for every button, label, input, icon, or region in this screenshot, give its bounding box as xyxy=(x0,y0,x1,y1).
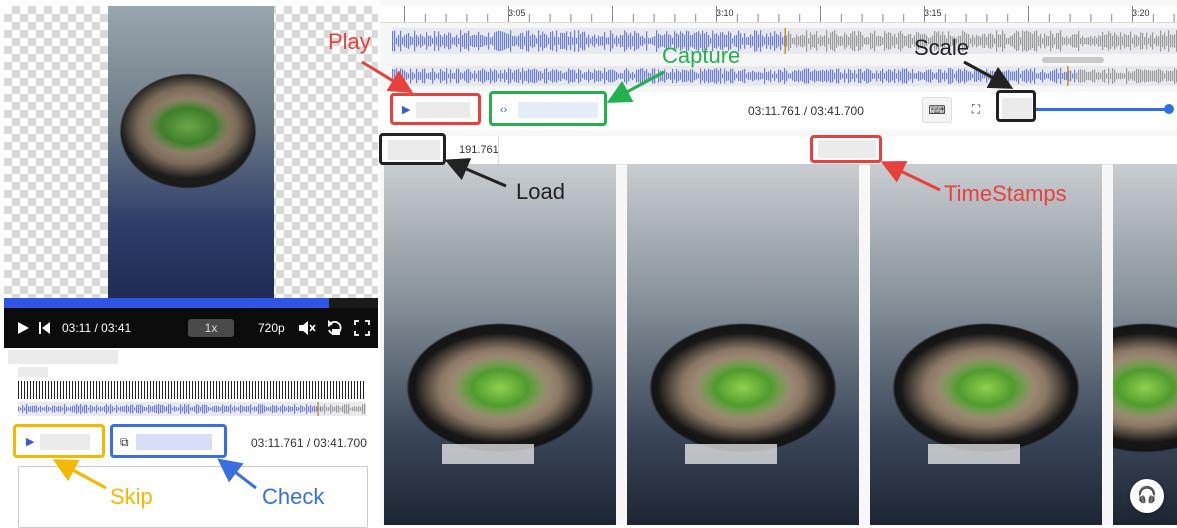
frame-thumbnail[interactable] xyxy=(384,164,616,525)
scale-highlight-box xyxy=(996,90,1036,122)
check-highlight-box xyxy=(110,424,227,458)
ruler-tick-label: 3:20 xyxy=(1132,8,1150,18)
ruler-tick-label: 3:15 xyxy=(924,8,942,18)
divider xyxy=(498,136,499,164)
play-annotation: Play xyxy=(328,29,371,54)
scale-slider[interactable] xyxy=(1035,108,1170,111)
redacted-text xyxy=(18,367,48,377)
frame-thumbnail[interactable] xyxy=(627,164,859,525)
play-highlight-box xyxy=(390,93,481,125)
keyboard-icon: ⌨ xyxy=(928,103,946,117)
timestamps-highlight-box xyxy=(810,135,882,163)
frame-timestamp xyxy=(442,444,534,464)
support-headset-icon[interactable]: 🎧 xyxy=(1130,479,1164,513)
timeline-ticks xyxy=(18,381,366,399)
skip-back-icon[interactable] xyxy=(38,308,52,348)
focus-icon: ⛶ xyxy=(971,102,981,116)
frame-thumbnail[interactable] xyxy=(870,164,1102,525)
left-time-display: 03:11.761 / 03:41.700 xyxy=(251,436,367,450)
skip-annotation: Skip xyxy=(110,484,153,509)
scale-annotation: Scale xyxy=(914,35,970,60)
ruler-tick-label: 3:10 xyxy=(716,8,734,18)
time-ruler: 3:05 3:10 3:15 3:20 xyxy=(380,6,1177,23)
frame-strip xyxy=(384,164,1177,525)
redacted-text xyxy=(8,350,118,364)
fullscreen-icon[interactable] xyxy=(354,308,370,348)
video-progress-bar[interactable] xyxy=(4,298,378,308)
frame-thumbnail[interactable] xyxy=(1113,164,1177,525)
check-annotation: Check xyxy=(262,484,325,509)
overview-waveform[interactable] xyxy=(392,66,1177,86)
video-time: 03:11 / 03:41 xyxy=(62,321,132,335)
skip-highlight-box xyxy=(13,424,105,458)
mute-icon[interactable] xyxy=(298,308,316,348)
playback-speed-button[interactable]: 1x xyxy=(188,319,234,337)
waveform-scrollbar[interactable] xyxy=(1042,57,1104,63)
scale-slider-knob[interactable] xyxy=(1164,104,1174,114)
quality-button[interactable]: 720p xyxy=(258,308,285,348)
frame-timestamp xyxy=(928,444,1020,464)
video-progress-fill xyxy=(4,298,330,308)
capture-highlight-box xyxy=(489,91,607,126)
frame-timestamp xyxy=(685,444,777,464)
rotate-icon[interactable] xyxy=(326,308,344,348)
load-highlight-box xyxy=(379,133,446,165)
keyboard-button[interactable]: ⌨ xyxy=(922,97,952,123)
video-frame xyxy=(108,6,274,298)
main-waveform[interactable] xyxy=(392,28,1177,54)
video-controls: 03:11 / 03:41 1x 720p xyxy=(4,308,378,348)
play-icon[interactable] xyxy=(16,308,30,348)
ruler-tick-label: 3:05 xyxy=(508,8,526,18)
load-annotation: Load xyxy=(516,179,565,204)
capture-annotation: Capture xyxy=(662,43,741,68)
right-time-display: 03:11.761 / 03:41.700 xyxy=(748,104,864,118)
mini-waveform[interactable] xyxy=(18,402,366,416)
load-row: 191.761 xyxy=(380,136,1177,165)
load-value: 191.761 xyxy=(459,144,499,156)
right-pane: 3:05 3:10 3:15 3:20 ▶ ‹› 03:11.761 / 03:… xyxy=(380,0,1177,525)
timestamps-annotation: TimeStamps xyxy=(944,181,1067,206)
focus-button[interactable]: ⛶ xyxy=(962,97,990,121)
